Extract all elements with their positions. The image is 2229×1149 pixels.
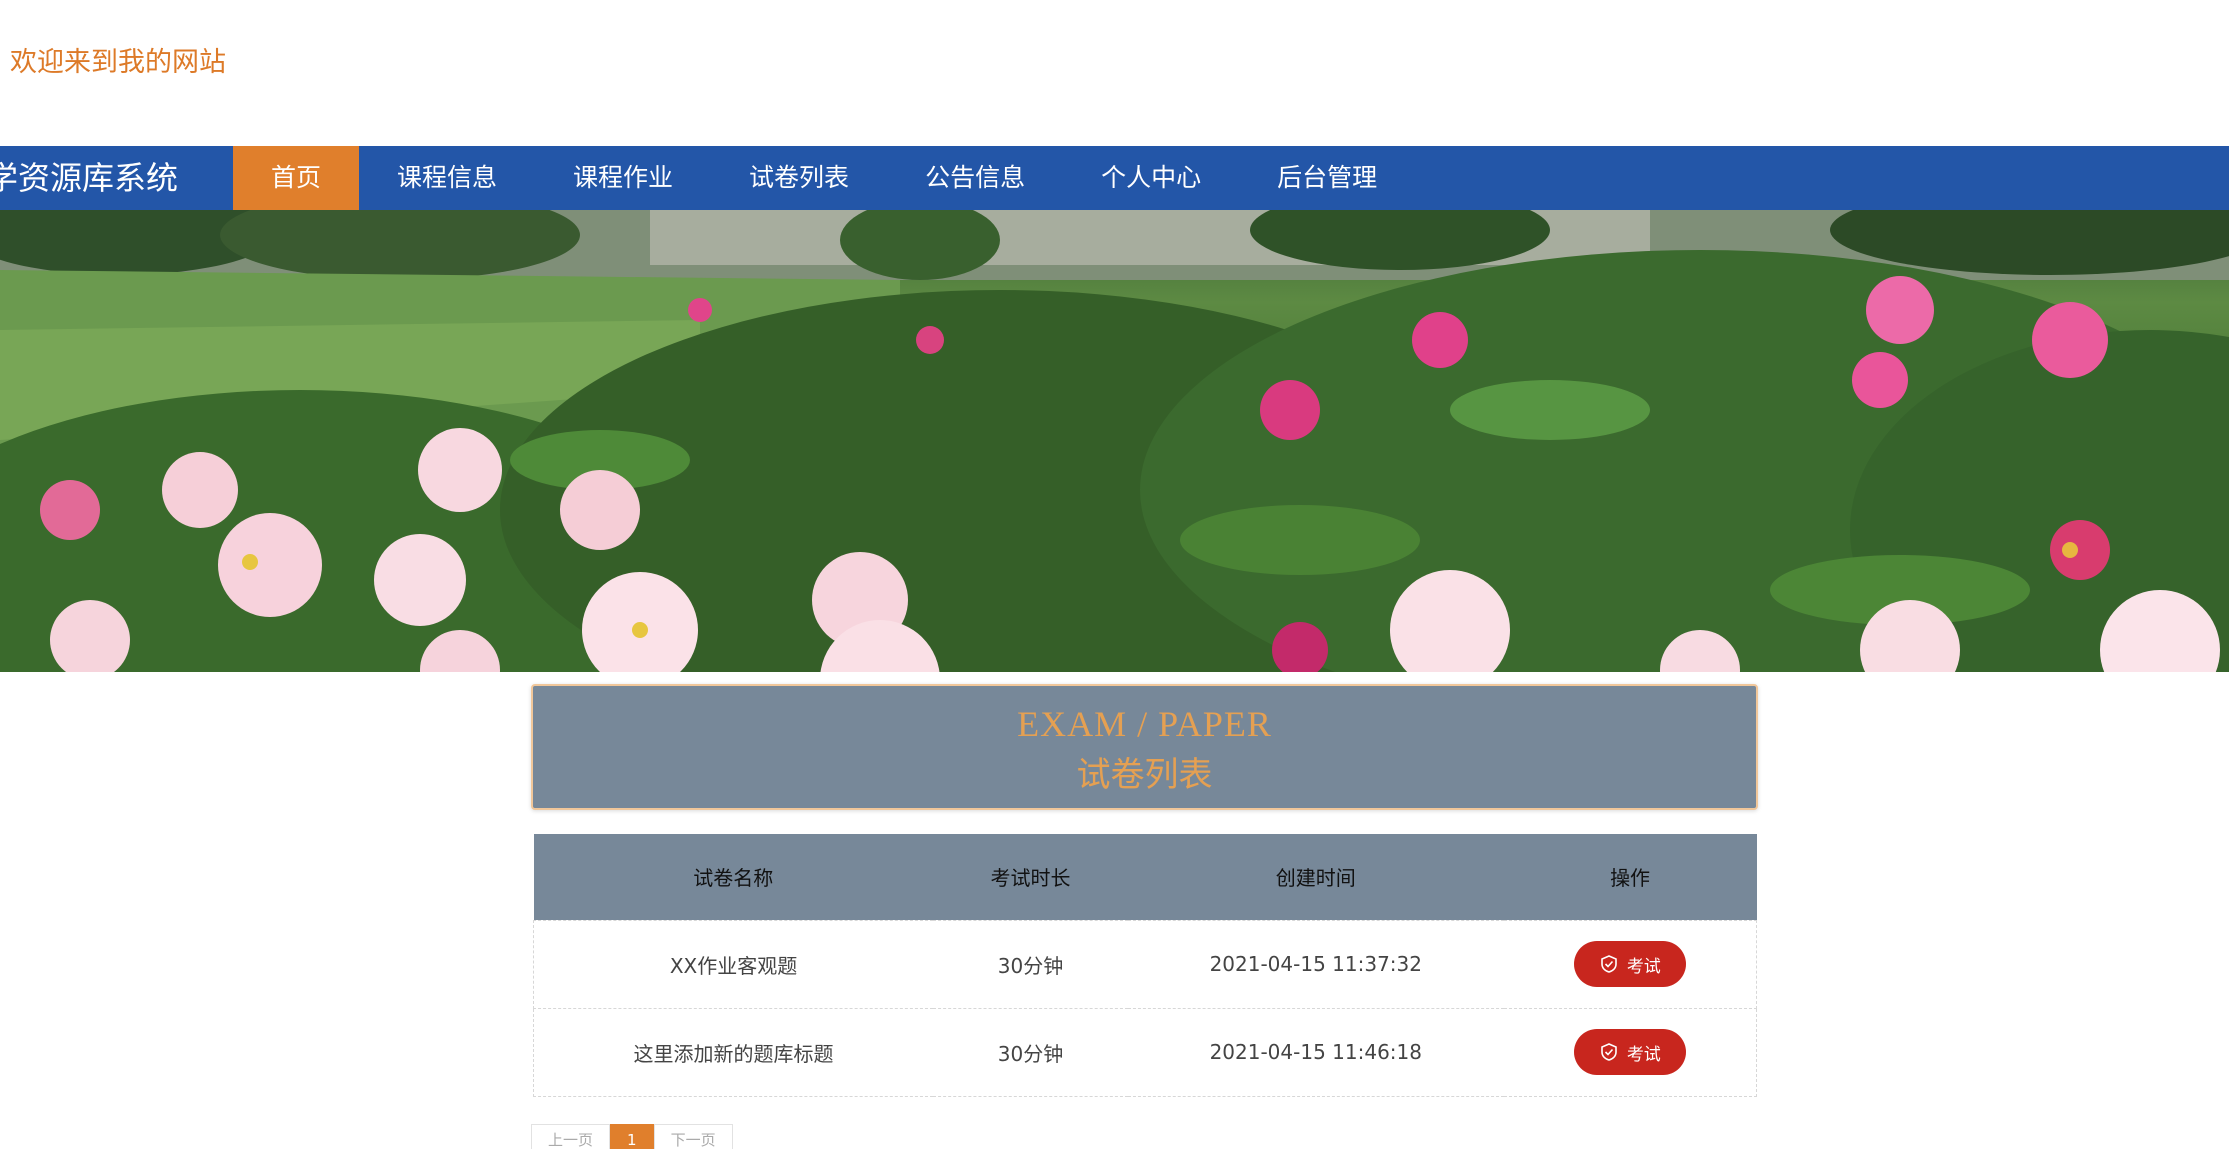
- shield-check-icon: [1601, 955, 1617, 973]
- main-nav: 学资源库系统 首页 课程信息 课程作业 试卷列表 公告信息 个人中心 后台管理: [0, 146, 2229, 210]
- nav-item-exam-list[interactable]: 试卷列表: [711, 146, 887, 210]
- exam-table: 试卷名称 考试时长 创建时间 操作 XX作业客观题 30分钟 2021-04-1…: [533, 834, 1757, 1097]
- banner-image: [0, 210, 2229, 672]
- next-page-button[interactable]: 下一页: [653, 1124, 733, 1149]
- banner-carousel[interactable]: [0, 210, 2229, 672]
- cell-action: 考试: [1503, 1007, 1757, 1097]
- section-title-panel: EXAM / PAPER 试卷列表: [531, 684, 1758, 810]
- nav-item-home[interactable]: 首页: [233, 146, 360, 210]
- pagination: 上一页 1 下一页: [531, 1124, 733, 1149]
- header-created-time: 创建时间: [1275, 866, 1356, 891]
- header-exam-name: 试卷名称: [693, 866, 774, 891]
- nav-item-course-homework[interactable]: 课程作业: [535, 146, 711, 210]
- cell-created-time: 2021-04-15 11:37:32: [1127, 919, 1504, 1009]
- cell-created-time: 2021-04-15 11:46:18: [1127, 1007, 1504, 1097]
- section-title-en: EXAM / PAPER: [1017, 704, 1272, 744]
- page-1-button[interactable]: 1: [610, 1124, 654, 1149]
- exam-button[interactable]: 考试: [1573, 941, 1686, 987]
- nav-item-announcements[interactable]: 公告信息: [887, 146, 1063, 210]
- table-header-row: 试卷名称 考试时长 创建时间 操作: [533, 834, 1757, 920]
- exam-button[interactable]: 考试: [1573, 1029, 1686, 1075]
- nav-item-admin[interactable]: 后台管理: [1239, 146, 1415, 210]
- cell-duration: 30分钟: [933, 919, 1128, 1009]
- nav-item-course-info[interactable]: 课程信息: [359, 146, 535, 210]
- cell-exam-name: XX作业客观题: [533, 919, 934, 1009]
- nav-item-personal-center[interactable]: 个人中心: [1063, 146, 1239, 210]
- cell-duration: 30分钟: [933, 1007, 1128, 1097]
- exam-button-label: 考试: [1626, 1044, 1661, 1065]
- exam-button-label: 考试: [1626, 956, 1661, 977]
- table-row: XX作业客观题 30分钟 2021-04-15 11:37:32 考试: [533, 919, 1757, 1009]
- shield-check-icon: [1601, 1043, 1617, 1061]
- header-duration: 考试时长: [990, 866, 1071, 891]
- prev-page-button[interactable]: 上一页: [531, 1124, 611, 1149]
- section-title-zh: 试卷列表: [1076, 755, 1213, 795]
- site-brand[interactable]: 学资源库系统: [0, 146, 178, 210]
- table-row: 这里添加新的题库标题 30分钟 2021-04-15 11:46:18 考试: [533, 1007, 1757, 1097]
- welcome-text: 欢迎来到我的网站: [10, 47, 226, 78]
- cell-exam-name: 这里添加新的题库标题: [533, 1007, 934, 1097]
- top-bar: 欢迎来到我的网站: [0, 0, 2229, 146]
- nav-items: 首页 课程信息 课程作业 试卷列表 公告信息 个人中心 后台管理: [233, 146, 1415, 210]
- header-action: 操作: [1610, 866, 1651, 891]
- cell-action: 考试: [1503, 919, 1757, 1009]
